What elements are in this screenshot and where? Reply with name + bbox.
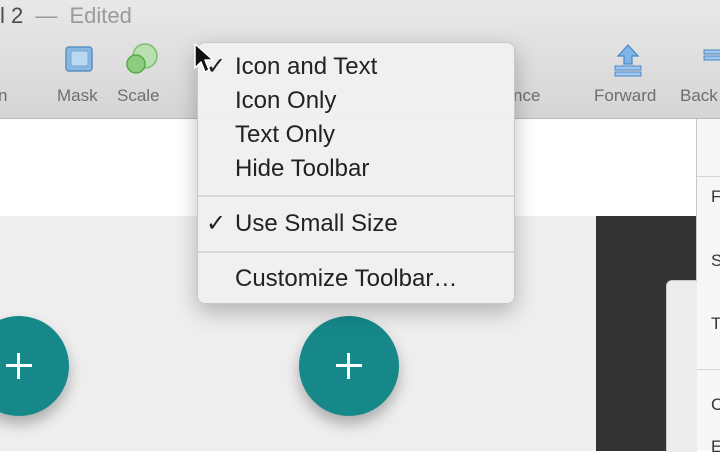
forward-icon bbox=[614, 44, 642, 77]
document-title: l 2 bbox=[0, 3, 24, 28]
window-title: l 2 — Edited bbox=[0, 3, 132, 29]
inspector-label-t: T bbox=[711, 314, 720, 333]
menu-item-label: Customize Toolbar… bbox=[235, 265, 458, 292]
mask-label: Mask bbox=[57, 86, 98, 105]
toolbar-context-menu: ✓ Icon and Text Icon Only Text Only Hide… bbox=[197, 42, 515, 304]
backward-label: Back bbox=[680, 86, 718, 105]
menu-item-icon-and-text[interactable]: ✓ Icon and Text bbox=[198, 49, 514, 83]
menu-item-label: Hide Toolbar bbox=[235, 155, 370, 182]
menu-item-label: Text Only bbox=[235, 121, 336, 148]
checkmark-icon: ✓ bbox=[206, 210, 227, 237]
menu-item-use-small-size[interactable]: ✓ Use Small Size bbox=[198, 206, 514, 240]
inspector-label-f: F bbox=[711, 187, 720, 206]
title-dash: — bbox=[35, 3, 58, 28]
scale-icon bbox=[126, 43, 158, 74]
scale-label: Scale bbox=[117, 86, 160, 105]
menu-separator bbox=[198, 195, 514, 197]
mask-icon bbox=[65, 46, 93, 72]
menu-separator bbox=[198, 251, 514, 253]
fab-add-button[interactable] bbox=[299, 316, 399, 416]
mouse-pointer-icon bbox=[194, 43, 214, 73]
plus-icon bbox=[17, 353, 20, 379]
inspector-label-s: S bbox=[711, 251, 720, 270]
backward-icon bbox=[703, 49, 720, 61]
inspector-sheet bbox=[666, 280, 697, 452]
menu-item-customize-toolbar[interactable]: Customize Toolbar… bbox=[198, 261, 514, 295]
inspector-label-e: E bbox=[711, 437, 720, 456]
menu-item-icon-only[interactable]: Icon Only bbox=[198, 83, 514, 117]
plus-icon bbox=[347, 353, 350, 379]
menu-item-label: Icon and Text bbox=[235, 53, 378, 80]
menu-item-hide-toolbar[interactable]: Hide Toolbar bbox=[198, 151, 514, 185]
inspector-panel: F S T C E bbox=[696, 119, 720, 456]
backward-toolbar-button[interactable] bbox=[700, 42, 720, 83]
difference-label: nce bbox=[513, 86, 541, 105]
mask-toolbar-button[interactable] bbox=[60, 42, 96, 81]
menu-item-text-only[interactable]: Text Only bbox=[198, 117, 514, 151]
toolbar-label-partial[interactable]: n bbox=[0, 86, 7, 106]
inspector-label-c: C bbox=[711, 395, 720, 414]
menu-item-label: Use Small Size bbox=[235, 210, 398, 237]
menu-item-label: Icon Only bbox=[235, 87, 337, 114]
edited-status: Edited bbox=[69, 3, 132, 28]
forward-label: Forward bbox=[594, 86, 657, 105]
scale-toolbar-button[interactable] bbox=[122, 42, 162, 83]
forward-toolbar-button[interactable] bbox=[610, 42, 646, 83]
